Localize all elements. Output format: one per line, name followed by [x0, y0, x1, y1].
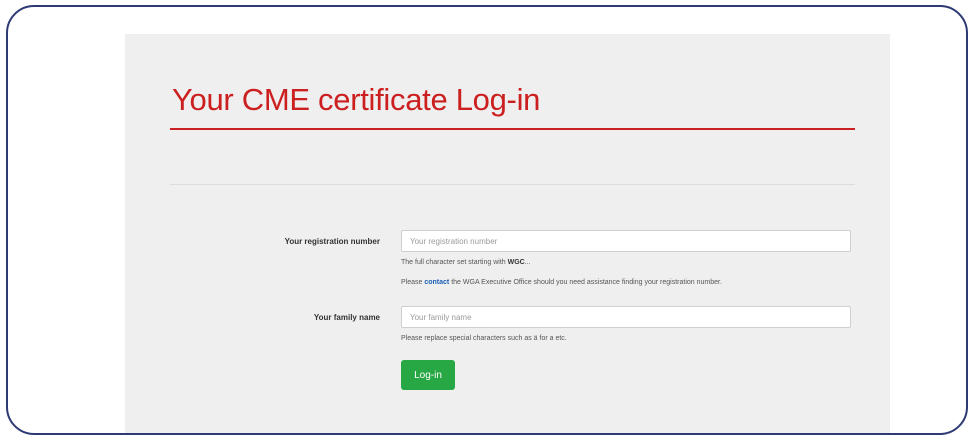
- family-name-input[interactable]: [401, 306, 851, 328]
- registration-help-prefix-code: WGC: [507, 259, 525, 266]
- login-button[interactable]: Log-in: [401, 360, 455, 390]
- rounded-frame: Your CME certificate Log-in Your registr…: [6, 5, 968, 435]
- contact-link[interactable]: contact: [424, 279, 449, 286]
- section-divider: [170, 184, 855, 185]
- page-title: Your CME certificate Log-in: [172, 82, 541, 117]
- registration-help-prefix: The full character set starting with: [401, 259, 508, 266]
- family-name-help-text: Please replace special characters such a…: [401, 335, 567, 342]
- registration-help-text: The full character set starting with WGC…: [401, 259, 531, 266]
- registration-number-input[interactable]: [401, 230, 851, 252]
- registration-assist-text: Please contact the WGA Executive Office …: [401, 279, 722, 286]
- assist-prefix: Please: [401, 279, 425, 286]
- assist-suffix: the WGA Executive Office should you need…: [449, 279, 722, 286]
- family-name-label: Your family name: [313, 313, 380, 322]
- login-panel: Your CME certificate Log-in Your registr…: [125, 34, 890, 433]
- registration-number-label: Your registration number: [284, 237, 380, 246]
- registration-help-ellipsis: ...: [524, 259, 531, 266]
- title-underline: [170, 128, 855, 130]
